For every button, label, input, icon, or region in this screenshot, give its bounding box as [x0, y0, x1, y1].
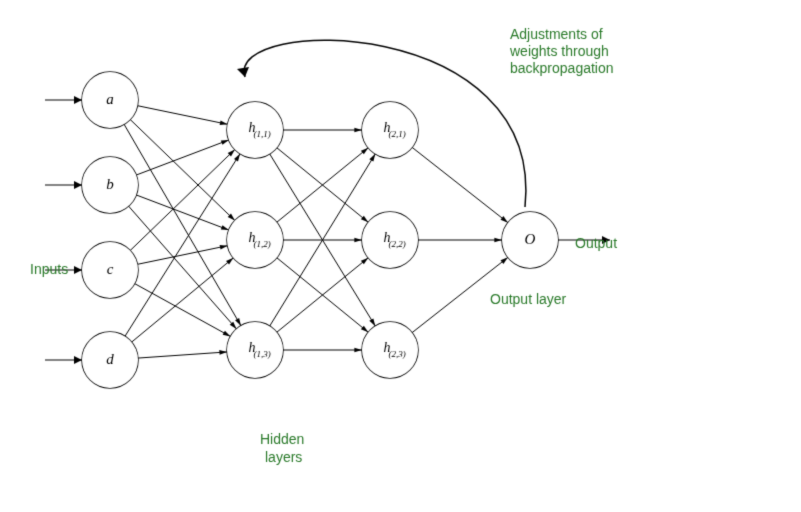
neural-network-diagram: [0, 0, 801, 512]
